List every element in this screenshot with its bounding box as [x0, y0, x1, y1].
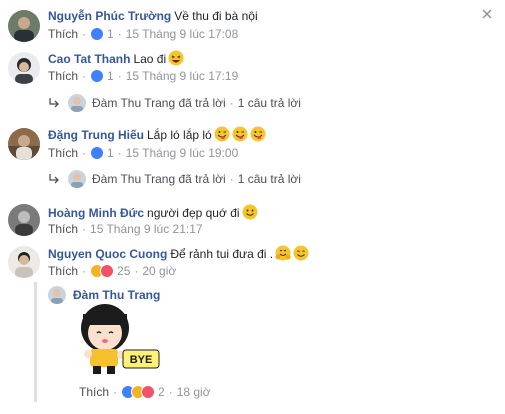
reply-author[interactable]: Đàm Thu Trang: [92, 172, 175, 186]
comment-timestamp[interactable]: 18 giờ: [177, 385, 211, 399]
comment-text: Về thu đi bà nội: [174, 9, 258, 23]
reply-arrow-icon: [49, 98, 59, 108]
reply-author[interactable]: Đàm Thu Trang: [92, 96, 175, 110]
reply-avatar: [68, 170, 86, 188]
comment-text: Để rảnh tui đưa đi .: [170, 247, 274, 261]
comment-author[interactable]: Nguyen Quoc Cuong: [48, 247, 167, 261]
like-link[interactable]: Thích: [48, 146, 78, 160]
like-reaction-icon[interactable]: [90, 69, 105, 83]
smile-emoji-icon: [293, 245, 309, 261]
replies-link[interactable]: Đàm Thu Trang đã trả lời · 1 câu trả lời: [48, 170, 301, 188]
bye-sticker[interactable]: BYE: [75, 300, 165, 380]
replies-link[interactable]: Đàm Thu Trang đã trả lời · 1 câu trả lời: [48, 94, 301, 112]
bye-text-badge: BYE: [122, 349, 160, 369]
reply-action: đã trả lời: [178, 96, 226, 110]
tongue-wink-emoji-icon: [214, 126, 230, 142]
comment-timestamp[interactable]: 15 Tháng 9 lúc 17:08: [126, 27, 239, 41]
like-link[interactable]: Thích: [48, 69, 78, 83]
comment-text: Lao đi: [133, 52, 167, 66]
sticker-text: BYE: [130, 354, 153, 366]
reaction-count[interactable]: 1: [107, 69, 114, 83]
reply-count[interactable]: 1 câu trả lời: [238, 172, 301, 186]
comment-timestamp[interactable]: 15 Tháng 9 lúc 19:00: [126, 146, 239, 160]
comment-author[interactable]: Nguyễn Phúc Trường: [48, 9, 171, 23]
reply-count[interactable]: 1 câu trả lời: [238, 96, 301, 110]
reply-action: đã trả lời: [178, 172, 226, 186]
comment-author[interactable]: Đặng Trung Hiếu: [48, 128, 144, 142]
like-link[interactable]: Thích: [48, 264, 78, 278]
thread-line: [34, 282, 37, 402]
avatar[interactable]: [8, 52, 40, 84]
close-icon[interactable]: [481, 8, 493, 20]
love-reaction-icon[interactable]: [141, 385, 156, 399]
reply-avatar: [68, 94, 86, 112]
comment-text: Lắp ló lắp ló: [147, 128, 212, 142]
comment-text: người đẹp quớ đi: [147, 206, 240, 220]
reaction-count[interactable]: 1: [107, 27, 114, 41]
hugging-emoji-icon: [275, 245, 291, 261]
like-reaction-icon[interactable]: [90, 146, 105, 160]
smile-emoji-icon: [242, 204, 258, 220]
comment-timestamp[interactable]: 20 giờ: [142, 264, 176, 278]
comment-author[interactable]: Cao Tat Thanh: [48, 52, 130, 66]
avatar[interactable]: [8, 204, 40, 236]
tongue-wink-emoji-icon: [250, 126, 266, 142]
reply-arrow-icon: [49, 174, 59, 184]
reaction-count[interactable]: 25: [117, 264, 130, 278]
avatar[interactable]: [8, 246, 40, 278]
laughing-emoji-icon: [168, 50, 184, 66]
tongue-wink-emoji-icon: [232, 126, 248, 142]
like-link[interactable]: Thích: [48, 222, 78, 236]
avatar[interactable]: [8, 128, 40, 160]
like-link[interactable]: Thích: [79, 385, 109, 399]
love-reaction-icon[interactable]: [100, 264, 115, 278]
comment-timestamp[interactable]: 15 Tháng 9 lúc 21:17: [90, 222, 203, 236]
reaction-count[interactable]: 2: [158, 385, 165, 399]
reaction-count[interactable]: 1: [107, 146, 114, 160]
comment-timestamp[interactable]: 15 Tháng 9 lúc 17:19: [126, 69, 239, 83]
like-link[interactable]: Thích: [48, 27, 78, 41]
avatar[interactable]: [8, 10, 40, 42]
like-reaction-icon[interactable]: [90, 27, 105, 41]
comment-author[interactable]: Hoàng Minh Đức: [48, 206, 144, 220]
reply-avatar[interactable]: [48, 286, 66, 304]
